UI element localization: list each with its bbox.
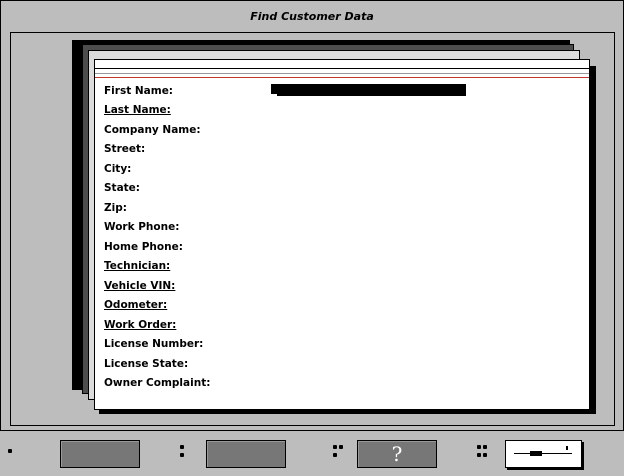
bottom-toolbar: ?	[0, 430, 624, 476]
city-label[interactable]: City:	[104, 162, 131, 176]
technician-label[interactable]: Technician:	[104, 259, 170, 273]
text-cursor	[271, 94, 277, 96]
work-phone-label[interactable]: Work Phone:	[104, 220, 179, 234]
license-number-label[interactable]: License Number:	[104, 337, 203, 351]
company-name-label[interactable]: Company Name:	[104, 123, 201, 137]
odometer-label[interactable]: Odometer:	[104, 298, 167, 312]
first-name-label[interactable]: First Name:	[104, 84, 173, 98]
question-mark-icon: ?	[391, 442, 403, 466]
settings-button[interactable]	[505, 440, 582, 468]
last-name-label[interactable]: Last Name:	[104, 103, 171, 117]
customer-card: First Name: Last Name: Company Name: Str…	[94, 59, 590, 410]
card-divider-gray	[95, 73, 589, 74]
work-order-label[interactable]: Work Order:	[104, 318, 176, 332]
function-1-button[interactable]	[60, 440, 140, 468]
vehicle-vin-label[interactable]: Vehicle VIN:	[104, 279, 175, 293]
slider-icon	[514, 453, 572, 454]
title-bar: Find Customer Data	[0, 0, 624, 32]
owner-complaint-label[interactable]: Owner Complaint:	[104, 376, 210, 390]
home-phone-label[interactable]: Home Phone:	[104, 240, 183, 254]
slider-knob-icon	[530, 451, 542, 456]
first-name-field[interactable]	[271, 84, 466, 96]
card-divider	[95, 68, 589, 69]
zip-label[interactable]: Zip:	[104, 201, 127, 215]
card-divider-red	[95, 77, 589, 78]
street-label[interactable]: Street:	[104, 142, 145, 156]
help-button[interactable]: ?	[357, 440, 437, 468]
window-title: Find Customer Data	[250, 10, 374, 23]
license-state-label[interactable]: License State:	[104, 357, 188, 371]
slider-tick-icon	[566, 446, 568, 450]
state-label[interactable]: State:	[104, 181, 140, 195]
function-2-button[interactable]	[206, 440, 286, 468]
